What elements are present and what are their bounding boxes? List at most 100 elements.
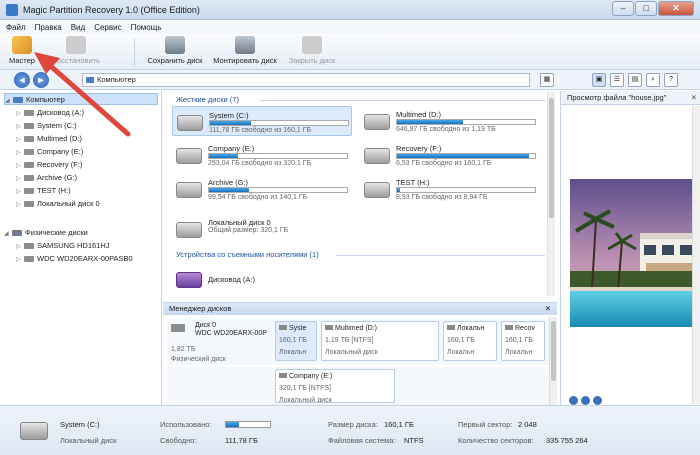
floppy-icon [176, 272, 202, 288]
drive-name: Локальный диск 0 [208, 218, 271, 227]
view-details-button[interactable]: ▤ [628, 73, 642, 87]
section-divider [260, 100, 545, 101]
size-label: Размер диска: [328, 420, 378, 429]
drive-tile[interactable]: Дисковод (A:) [172, 264, 292, 294]
tree-item[interactable]: ▷ SAMSUNG HD161HJ [16, 240, 110, 252]
drive-view-scrollbar[interactable] [547, 92, 555, 296]
minimize-button[interactable]: – [612, 1, 634, 16]
menu-service[interactable]: Сервис [94, 23, 121, 32]
drive-tile[interactable]: Company (E:) 253,04 ГБ свободно из 320,1… [172, 140, 352, 170]
help-button[interactable]: ? [664, 73, 678, 87]
view-list-button[interactable]: ☰ [610, 73, 624, 87]
section-removable[interactable]: Устройства со съемными носителями (1) [176, 250, 319, 259]
refresh-icon[interactable] [581, 396, 590, 405]
drive-info: 8,93 ГБ свободно из 8,94 ГБ [396, 194, 488, 201]
menu-bar: Файл Правка Вид Сервис Помощь [0, 20, 700, 34]
drive-info: 646,97 ГБ свободно из 1,19 ТБ [396, 126, 496, 133]
mount-disk-button[interactable]: Монтировать диск [210, 36, 280, 68]
back-button[interactable]: ◄ [14, 72, 30, 88]
menu-file[interactable]: Файл [6, 23, 26, 32]
address-field[interactable]: Компьютер [82, 73, 530, 87]
tree-item[interactable]: ▷ TEST (H:) [16, 185, 71, 197]
tree-item[interactable]: ▷ WDC WD20EARX-00PASB0 [16, 253, 133, 265]
mount-disk-label: Монтировать диск [213, 56, 277, 65]
view-options-button[interactable]: ▦ [540, 73, 554, 87]
tree-item[interactable]: ▷ Archive (G:) [16, 172, 77, 184]
disk-size: 1,82 ТБ [171, 346, 196, 353]
preview-title: Просмотр файла "house.jpg" [567, 93, 667, 102]
disk-manager-scrollbar[interactable] [549, 317, 557, 406]
tree-item[interactable]: ▷ Recovery (F:) [16, 159, 82, 171]
first-sector-label: Первый сектор: [458, 420, 513, 429]
computer-icon [86, 77, 94, 83]
tree-item[interactable]: ▷ Локальный диск 0 [16, 198, 100, 210]
menu-view[interactable]: Вид [71, 23, 85, 32]
drive-info: Общий размер: 320,1 ГБ [208, 227, 289, 234]
partition-block[interactable]: Syste 160,1 ГБ Локальн [275, 321, 317, 361]
fs-value: NTFS [404, 436, 424, 445]
close-icon[interactable]: ✕ [545, 303, 551, 315]
close-icon[interactable]: ✕ [691, 91, 697, 105]
wizard-label: Мастер [9, 56, 35, 65]
rotate-left-icon[interactable] [569, 396, 578, 405]
tree-item[interactable]: ▷ Дисковод (A:) [16, 107, 84, 119]
usage-bar [396, 119, 536, 125]
partition-block[interactable]: Локальн 160,1 ГБ Локальн [443, 321, 497, 361]
restore-button[interactable]: Восстановить [44, 36, 108, 68]
drive-info: 6,53 ГБ свободно из 160,1 ГБ [396, 160, 492, 167]
save-disk-icon [165, 36, 185, 54]
folder-tree: ◢ Компьютер ▷ Дисковод (A:) ▷ System (C:) ▷… [0, 91, 162, 405]
toolbar: Мастер Восстановить Сохранить диск Монти… [0, 34, 700, 70]
wand-icon [12, 36, 32, 54]
toolbar-divider [134, 38, 135, 66]
menu-edit[interactable]: Правка [35, 23, 62, 32]
menu-help[interactable]: Помощь [131, 23, 162, 32]
disk-row: Диск 0 WDC WD20EARX-00P 1,82 ТБ Физическ… [167, 319, 549, 365]
used-label: Использовано: [160, 420, 212, 429]
tree-item-computer[interactable]: ◢ Компьютер [4, 93, 158, 105]
hard-disk-icon [364, 148, 390, 164]
drive-tile[interactable]: System (C:) 111,78 ГБ свободно из 160,1 … [172, 106, 352, 136]
preview-header: Просмотр файла "house.jpg" ✕ [561, 91, 700, 105]
close-disk-button[interactable]: Закрыть диск [284, 36, 340, 68]
mount-disk-icon [235, 36, 255, 54]
section-hard-disks[interactable]: Жесткие диски (7) [176, 95, 239, 104]
tree-item[interactable]: ▷ Company (E:) [16, 146, 83, 158]
partition-block[interactable]: Company (E:) 320,1 ГБ [NTFS] Локальный д… [275, 369, 395, 403]
drive-tile[interactable]: Локальный диск 0 Общий размер: 320,1 ГБ [172, 214, 352, 244]
close-button[interactable]: ✕ [658, 1, 694, 16]
search-button[interactable]: ⌕ [646, 73, 660, 87]
drive-name: Multimed (D:) [396, 110, 442, 119]
usage-bar [396, 153, 536, 159]
drive-tile[interactable]: Recovery (F:) 6,53 ГБ свободно из 160,1 … [360, 140, 540, 170]
free-label: Свободно: [160, 436, 197, 445]
drive-tile[interactable]: Archive (G:) 99,54 ГБ свободно из 140,1 … [172, 174, 352, 204]
sector-count-value: 335 755 264 [546, 436, 588, 445]
disk-type: Физический диск [171, 356, 226, 363]
maximize-button[interactable]: □ [635, 1, 657, 16]
drive-tile[interactable]: TEST (H:) 8,93 ГБ свободно из 8,94 ГБ [360, 174, 540, 204]
drive-tile[interactable]: Multimed (D:) 646,97 ГБ свободно из 1,19… [360, 106, 540, 136]
view-large-icons-button[interactable]: ▣ [592, 73, 606, 87]
disk-manager-header: Менеджер дисков ✕ [163, 303, 557, 315]
hard-disk-icon [177, 115, 203, 131]
save-disk-button[interactable]: Сохранить диск [144, 36, 206, 68]
status-bar: System (C:) Локальный диск Использовано:… [0, 405, 700, 455]
usage-bar [209, 120, 349, 126]
usage-bar [208, 187, 348, 193]
disk-name: Диск 0 [195, 322, 217, 329]
free-value: 111,78 ГБ [225, 436, 258, 445]
disk-model: WDC WD20EARX-00P [195, 330, 267, 337]
partition-block[interactable]: Multimed (D:) 1,19 ТБ [NTFS] Локальный д… [321, 321, 439, 361]
rotate-right-icon[interactable] [593, 396, 602, 405]
wizard-button[interactable]: Мастер [6, 36, 38, 68]
drive-name: Дисковод (A:) [208, 275, 256, 284]
tree-item[interactable]: ▷ System (C:) [16, 120, 77, 132]
partition-block[interactable]: Recov 160,1 ГБ Локальн [501, 321, 545, 361]
preview-scrollbar[interactable] [692, 106, 700, 404]
tree-item[interactable]: ▷ Multimed (D:) [16, 133, 82, 145]
tree-item-physical-disks[interactable]: ◢ Физические диски [4, 227, 88, 239]
title-bar: Magic Partition Recovery 1.0 (Office Edi… [0, 0, 700, 20]
drive-name: Archive (G:) [208, 178, 249, 187]
forward-button[interactable]: ► [33, 72, 49, 88]
